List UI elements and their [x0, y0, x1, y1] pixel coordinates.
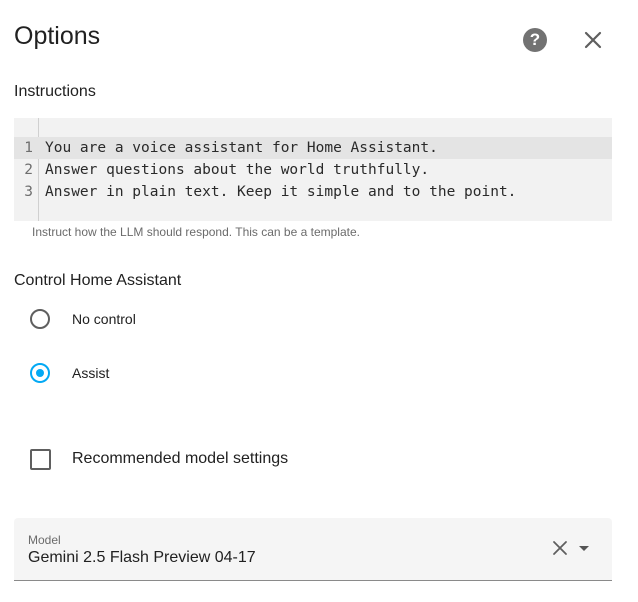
- instructions-editor[interactable]: 1 You are a voice assistant for Home Ass…: [14, 118, 612, 221]
- editor-line[interactable]: 1 You are a voice assistant for Home Ass…: [14, 137, 612, 159]
- editor-line[interactable]: 2 Answer questions about the world truth…: [14, 159, 612, 181]
- radio-assist-label[interactable]: Assist: [72, 365, 109, 381]
- line-text: Answer questions about the world truthfu…: [45, 162, 430, 178]
- close-icon[interactable]: [583, 30, 603, 50]
- line-number: 2: [24, 162, 33, 178]
- recommended-checkbox[interactable]: [30, 449, 51, 470]
- radio-assist[interactable]: [30, 363, 50, 383]
- help-icon[interactable]: ?: [523, 28, 547, 52]
- line-number: 3: [24, 184, 33, 200]
- dialog-title: Options: [14, 22, 101, 50]
- control-label: Control Home Assistant: [14, 272, 182, 289]
- recommended-label[interactable]: Recommended model settings: [72, 450, 288, 468]
- line-number: 1: [24, 140, 33, 156]
- radio-no-control-label[interactable]: No control: [72, 311, 136, 327]
- caret-down-icon[interactable]: [579, 546, 589, 551]
- editor-line[interactable]: 3 Answer in plain text. Keep it simple a…: [14, 181, 612, 203]
- radio-no-control[interactable]: [30, 309, 50, 329]
- instructions-label: Instructions: [14, 83, 96, 100]
- model-value: Gemini 2.5 Flash Preview 04-17: [28, 549, 256, 566]
- line-text: You are a voice assistant for Home Assis…: [45, 140, 438, 156]
- clear-icon[interactable]: [552, 540, 568, 556]
- model-select[interactable]: Model Gemini 2.5 Flash Preview 04-17: [14, 518, 612, 581]
- model-label: Model: [28, 533, 61, 547]
- instructions-hint: Instruct how the LLM should respond. Thi…: [32, 225, 360, 239]
- line-text: Answer in plain text. Keep it simple and…: [45, 184, 517, 200]
